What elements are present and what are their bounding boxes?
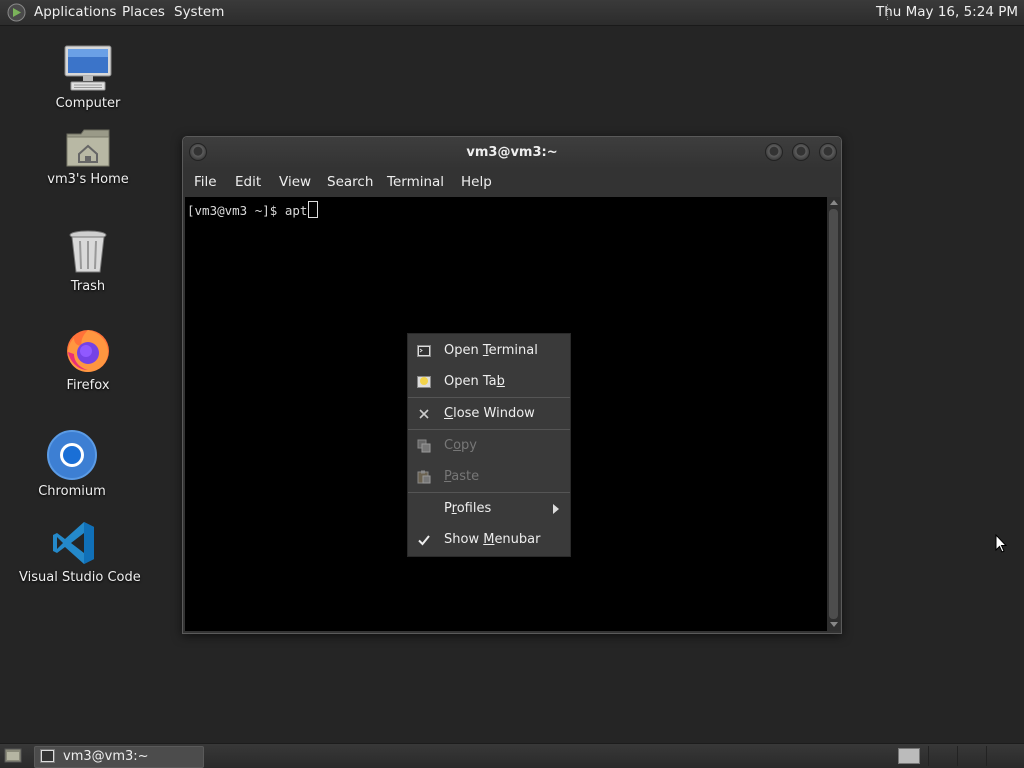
terminal-scrollbar[interactable] [827,197,840,631]
home-folder-icon [66,129,110,167]
context-profiles[interactable]: Profiles [408,494,570,524]
menu-help[interactable]: Help [461,174,492,190]
label-part: Open [444,343,483,358]
desktop-icon-trash[interactable]: Trash [33,229,143,294]
menu-separator [408,397,570,398]
label-part: C [444,438,454,453]
close-window-button[interactable] [819,143,837,161]
context-open-tab[interactable]: Open Tab [408,367,570,397]
desktop-icon-label: vm3's Home [47,172,129,187]
trash-icon [69,230,107,273]
mnemonic: b [496,374,505,389]
desktop-icon-label: Computer [55,96,121,111]
mnemonic: C [444,406,454,421]
show-desktop-icon[interactable] [4,747,22,764]
menu-edit[interactable]: Edit [235,174,261,190]
applications-logo-icon[interactable] [7,3,26,22]
scroll-up-arrow-icon[interactable] [830,200,838,205]
desktop-icon-label: Trash [70,279,106,294]
label-part: P [444,501,452,516]
desktop-icon-chromium[interactable]: Chromium [17,430,127,499]
workspace-4[interactable] [986,746,1015,766]
submenu-arrow-icon [553,504,559,514]
vscode-icon [53,522,94,564]
desktop-icon-label: Chromium [38,484,106,499]
desktop-icon-home[interactable]: vm3's Home [33,128,143,187]
context-open-terminal[interactable]: Open Terminal [408,336,570,366]
taskbar-window-button[interactable]: vm3@vm3:~ [34,746,204,768]
context-menu: Open Terminal Open Tab Close Window Copy… [407,333,571,557]
context-copy[interactable]: Copy [408,431,570,461]
context-item-label: Profiles [444,501,491,516]
bottom-panel: vm3@vm3:~ [0,743,1024,768]
workspace-switcher-active[interactable] [898,748,920,764]
new-tab-icon [417,376,431,388]
context-paste[interactable]: Paste [408,462,570,492]
window-titlebar[interactable]: vm3@vm3:~ [183,137,841,168]
prompt-text: [vm3@vm3 ~]$ apt [187,203,308,218]
terminal-icon [40,749,55,763]
terminal-icon [417,345,431,357]
minimize-button[interactable] [765,143,783,161]
desktop-icon-vscode[interactable]: Visual Studio Code [19,520,141,585]
mnemonic: M [483,532,495,547]
mnemonic: o [453,438,462,453]
firefox-icon [67,330,109,372]
context-item-label: Open Tab [444,374,505,389]
label-part: ofiles [456,501,492,516]
taskbar-window-label: vm3@vm3:~ [63,749,149,764]
applications-menu[interactable]: Applications [34,4,116,20]
system-menu[interactable]: System [174,4,224,20]
menu-terminal[interactable]: Terminal [387,174,444,190]
terminal-prompt: [vm3@vm3 ~]$ apt [187,201,319,218]
context-item-label: Paste [444,469,479,484]
workspace-2[interactable] [928,746,957,766]
maximize-button[interactable] [792,143,810,161]
text-cursor [308,201,319,218]
terminal-menubar: File Edit View Search Terminal Help [183,168,841,196]
label-part: Show [444,532,484,547]
workspace-3[interactable] [957,746,986,766]
desktop-icon-firefox[interactable]: Firefox [33,326,143,393]
desktop-icon-label: Visual Studio Code [19,570,141,585]
copy-icon [417,439,431,453]
window-title: vm3@vm3:~ [466,145,558,160]
context-item-label: Open Terminal [444,343,538,358]
label-part: erminal [488,343,538,358]
mouse-pointer-icon [995,534,1007,553]
menu-search[interactable]: Search [327,174,373,190]
paste-icon [417,470,431,484]
menu-separator [408,429,570,430]
context-item-label: Show Menubar [444,532,540,547]
context-item-label: Copy [444,438,477,453]
menu-file[interactable]: File [194,174,217,190]
computer-icon [64,45,112,91]
context-close-window[interactable]: Close Window [408,399,570,429]
top-panel: Applications Places System Thu May 16, 5… [0,0,1024,26]
label-part: enubar [494,532,541,547]
context-item-label: Close Window [444,406,535,421]
desktop-icon-computer[interactable]: Computer [33,44,143,111]
desktop-icon-label: Firefox [66,378,110,393]
context-show-menubar[interactable]: Show Menubar [408,525,570,555]
close-icon [419,409,429,419]
label-part: py [461,438,477,453]
label-part: aste [451,469,480,484]
label-part: lose Window [453,406,535,421]
clock[interactable]: Thu May 16, 5:24 PM [876,4,1018,20]
menu-separator [408,492,570,493]
label-part: Open Ta [444,374,497,389]
places-menu[interactable]: Places [122,4,165,20]
checkmark-icon [418,535,430,546]
scroll-down-arrow-icon[interactable] [830,622,838,627]
menu-view[interactable]: View [279,174,311,190]
scrollbar-thumb[interactable] [829,209,838,619]
chromium-icon [47,430,97,480]
